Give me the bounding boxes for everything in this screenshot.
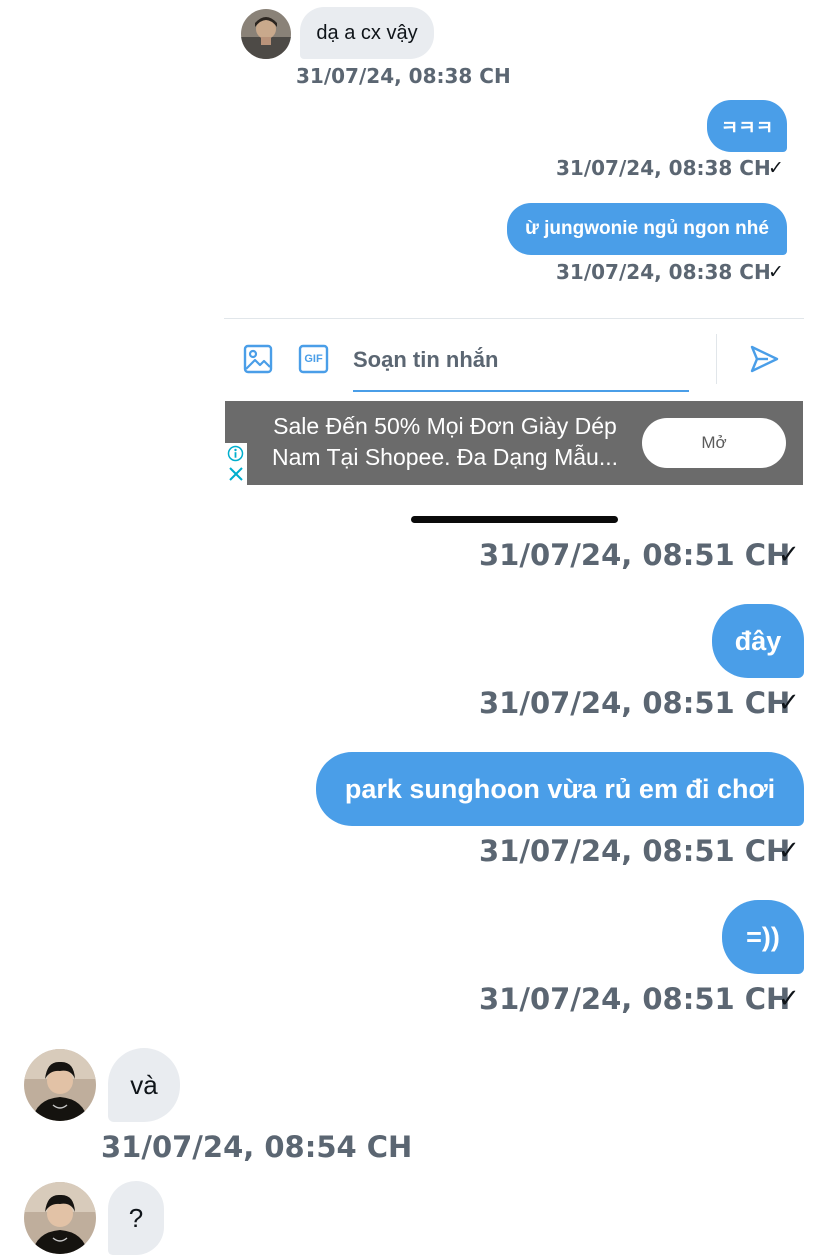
- message-text: dạ a cx vậy: [316, 21, 418, 44]
- close-icon[interactable]: [228, 466, 244, 482]
- read-check-icon: ✓: [768, 157, 784, 179]
- message-input[interactable]: Soạn tin nhắn: [353, 330, 689, 392]
- gif-icon[interactable]: GIF: [298, 344, 329, 374]
- ad-line-2: Nam Tại Shopee. Đa Dạng Mẫu...: [271, 444, 619, 470]
- contact-avatar[interactable]: [24, 1182, 96, 1254]
- ad-text: Sale Đến 50% Mọi Đơn Giày Dép Nam Tại Sh…: [255, 411, 635, 473]
- message-text: và: [130, 1069, 158, 1100]
- outgoing-message-bubble[interactable]: =)): [722, 900, 804, 974]
- image-icon[interactable]: [243, 344, 273, 374]
- message-timestamp: 31/07/24, 08:38 CH: [556, 156, 771, 180]
- contact-avatar[interactable]: [24, 1049, 96, 1121]
- message-input-placeholder: Soạn tin nhắn: [353, 347, 499, 372]
- message-timestamp: 31/07/24, 08:51 CH: [479, 982, 791, 1016]
- ad-controls: [225, 443, 247, 485]
- info-icon[interactable]: [227, 445, 244, 462]
- message-timestamp: 31/07/24, 08:54 CH: [101, 1130, 413, 1164]
- read-check-icon: ✓: [768, 261, 784, 283]
- message-timestamp: 31/07/24, 08:38 CH: [556, 260, 771, 284]
- gif-label: GIF: [304, 353, 323, 365]
- contact-avatar[interactable]: [241, 9, 291, 59]
- home-indicator: [411, 516, 618, 523]
- composer-separator: [716, 334, 717, 384]
- read-check-icon: ✓: [778, 540, 800, 570]
- message-text: ừ jungwonie ngủ ngon nhé: [525, 218, 769, 239]
- read-check-icon: ✓: [778, 688, 800, 718]
- incoming-message-bubble[interactable]: ?: [108, 1181, 164, 1255]
- message-timestamp: 31/07/24, 08:38 CH: [296, 64, 511, 88]
- message-timestamp: 31/07/24, 08:51 CH: [479, 686, 791, 720]
- message-text: đây: [734, 625, 782, 656]
- ad-banner[interactable]: Sale Đến 50% Mọi Đơn Giày Dép Nam Tại Sh…: [225, 401, 803, 485]
- message-text: ㅋㅋㅋ: [720, 117, 774, 139]
- message-timestamp: 31/07/24, 08:51 CH: [479, 538, 791, 572]
- composer-divider: [224, 318, 804, 319]
- outgoing-message-bubble[interactable]: ừ jungwonie ngủ ngon nhé: [507, 203, 787, 255]
- message-timestamp: 31/07/24, 08:51 CH: [479, 834, 791, 868]
- outgoing-message-bubble[interactable]: park sunghoon vừa rủ em đi chơi: [316, 752, 804, 826]
- message-text: park sunghoon vừa rủ em đi chơi: [344, 773, 776, 804]
- message-text: =)): [746, 921, 780, 952]
- ad-line-1: Sale Đến 50% Mọi Đơn Giày Dép: [273, 413, 617, 439]
- incoming-message-bubble[interactable]: dạ a cx vậy: [300, 7, 434, 59]
- outgoing-message-bubble[interactable]: đây: [712, 604, 804, 678]
- read-check-icon: ✓: [778, 984, 800, 1014]
- incoming-message-bubble[interactable]: và: [108, 1048, 180, 1122]
- outgoing-message-bubble[interactable]: ㅋㅋㅋ: [707, 100, 787, 152]
- read-check-icon: ✓: [778, 836, 800, 866]
- ad-open-button[interactable]: Mở: [642, 418, 786, 468]
- send-icon[interactable]: [748, 343, 780, 375]
- message-text: ?: [128, 1202, 144, 1233]
